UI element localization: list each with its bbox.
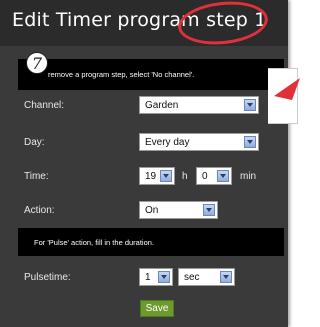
action-label: Action: xyxy=(24,205,55,216)
minute-unit: min xyxy=(240,171,257,182)
info-text: For 'Pulse' action, fill in the duration… xyxy=(34,238,155,247)
chevron-down-icon[interactable] xyxy=(160,170,172,182)
day-select[interactable]: Every day xyxy=(139,133,259,151)
action-select[interactable]: On xyxy=(139,201,218,219)
save-button[interactable]: Save xyxy=(140,300,174,317)
pulsetime-value-select[interactable]: 1 xyxy=(139,268,173,286)
chevron-down-icon[interactable] xyxy=(203,204,215,216)
day-label: Day: xyxy=(24,137,45,148)
edit-timer-dialog: Edit Timer program step 1 remove a progr… xyxy=(0,0,288,327)
pulsetime-unit-select[interactable]: sec xyxy=(178,268,235,286)
channel-label: Channel: xyxy=(24,100,65,111)
info-text: remove a program step, select 'No channe… xyxy=(48,70,195,79)
info-bar-remove-step: remove a program step, select 'No channe… xyxy=(18,59,284,90)
hour-value: 19 xyxy=(145,171,157,182)
chevron-down-icon[interactable] xyxy=(220,271,232,283)
minute-select[interactable]: 0 xyxy=(196,167,232,185)
step-number-badge: 7 xyxy=(26,52,48,74)
day-value: Every day xyxy=(145,137,190,148)
info-bar-pulse: For 'Pulse' action, fill in the duration… xyxy=(18,228,284,256)
channel-value: Garden xyxy=(145,100,179,111)
annotation-arrow-icon xyxy=(274,78,300,100)
pulsetime-label: Pulsetime: xyxy=(24,272,71,283)
chevron-down-icon[interactable] xyxy=(244,136,256,148)
chevron-down-icon[interactable] xyxy=(217,170,229,182)
time-label: Time: xyxy=(24,171,49,182)
pulsetime-value: 1 xyxy=(145,272,151,283)
pulsetime-unit: sec xyxy=(184,272,200,283)
chevron-down-icon[interactable] xyxy=(244,99,256,111)
hour-unit: h xyxy=(182,171,188,182)
chevron-down-icon[interactable] xyxy=(158,271,170,283)
action-value: On xyxy=(145,205,159,216)
minute-value: 0 xyxy=(202,171,208,182)
channel-select[interactable]: Garden xyxy=(139,96,259,114)
hour-select[interactable]: 19 xyxy=(139,167,175,185)
